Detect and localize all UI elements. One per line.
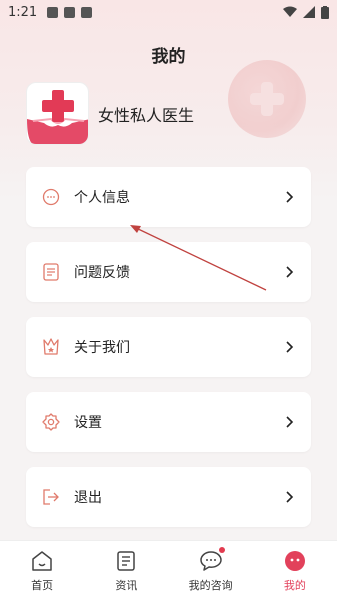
menu-item-feedback[interactable]: 问题反馈 (26, 242, 311, 302)
nav-label: 首页 (31, 579, 54, 592)
nav-tab-mine[interactable]: 我的 (253, 541, 337, 600)
battery-icon (321, 5, 329, 19)
app-header: 女性私人医生 (26, 82, 194, 145)
feedback-doc-icon (40, 261, 62, 283)
chevron-right-icon (283, 490, 297, 504)
chevron-right-icon (283, 265, 297, 279)
nav-label: 我的咨询 (188, 579, 233, 592)
app-name: 女性私人医生 (98, 105, 195, 125)
nav-tab-news[interactable]: 资讯 (84, 541, 168, 600)
menu-item-label: 个人信息 (74, 190, 130, 206)
chevron-right-icon (283, 340, 297, 354)
decorative-circle (228, 60, 306, 138)
message-icon (81, 6, 93, 18)
nav-label: 我的 (283, 579, 306, 592)
signal-icon (303, 6, 315, 18)
menu-item-settings[interactable]: 设置 (26, 392, 311, 452)
news-icon (114, 549, 138, 573)
logout-icon (40, 486, 62, 508)
menu-item-label: 设置 (74, 415, 102, 431)
menu-item-logout[interactable]: 退出 (26, 467, 311, 527)
wifi-icon (283, 6, 297, 17)
decorative-cross-icon (250, 82, 284, 116)
page-title: 我的 (151, 47, 186, 67)
notification-icon (47, 6, 59, 18)
gear-icon (40, 411, 62, 433)
nav-tab-home[interactable]: 首页 (0, 541, 84, 600)
chevron-right-icon (283, 190, 297, 204)
profile-icon (283, 549, 307, 573)
menu-item-label: 退出 (74, 490, 102, 506)
chat-bubble-icon (40, 186, 62, 208)
nav-label: 资讯 (115, 579, 138, 592)
menu-item-label: 关于我们 (74, 340, 130, 356)
status-time: 1:21 (8, 4, 38, 20)
medical-cross-icon (27, 90, 88, 144)
menu-item-personal-info[interactable]: 个人信息 (26, 167, 311, 227)
notification-dot (218, 547, 225, 553)
star-badge-icon (40, 336, 62, 358)
menu-item-about-us[interactable]: 关于我们 (26, 317, 311, 377)
consult-icon (199, 547, 225, 573)
bottom-navigation: 首页 资讯 我的咨询 我的 (0, 540, 337, 600)
app-logo (26, 82, 89, 145)
chevron-right-icon (283, 415, 297, 429)
home-icon (30, 549, 54, 573)
gallery-icon (64, 6, 76, 18)
status-bar: 1:21 (0, 0, 337, 24)
menu-item-label: 问题反馈 (74, 265, 130, 281)
nav-tab-my-consultations[interactable]: 我的咨询 (169, 541, 253, 600)
